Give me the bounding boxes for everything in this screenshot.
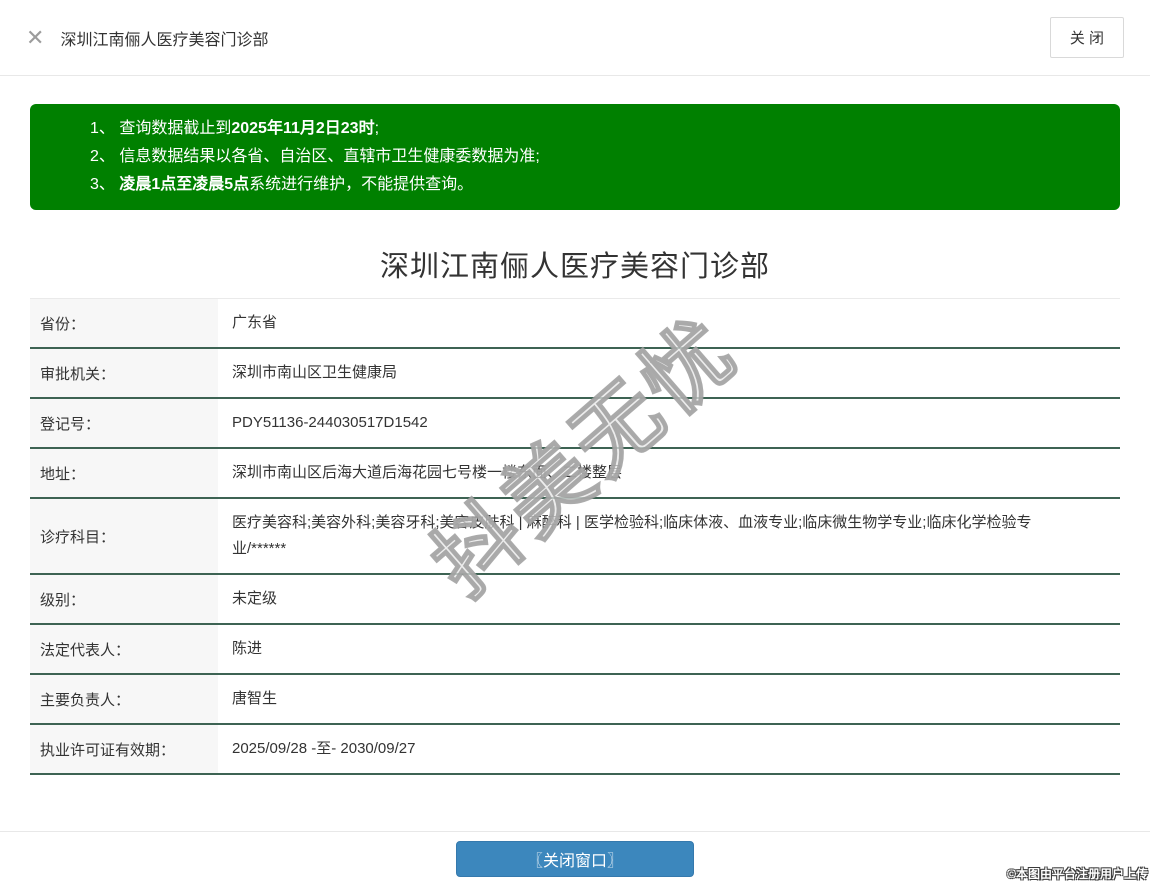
row-value-text: 未定级 xyxy=(232,590,278,607)
notice-line-3-bold: 凌晨1点至凌晨5点 xyxy=(119,176,250,193)
close-icon[interactable]: ✕ xyxy=(26,26,44,49)
row-label: 地址： xyxy=(30,449,218,497)
row-label: 法定代表人： xyxy=(30,625,218,673)
row-value-text: PDY51136-244030517D1542 xyxy=(232,414,428,431)
page-title: 深圳江南俪人医疗美容门诊部 xyxy=(379,251,770,283)
notice-line-2: 2、 信息数据结果以各省、自治区、直辖市卫生健康委数据为准; xyxy=(90,143,1100,171)
row-value: 陈进 xyxy=(218,625,1120,673)
notice-line-3-suffix: 系统进行维护，不能提供查询。 xyxy=(249,176,474,193)
row-value: 未定级 xyxy=(218,575,1120,623)
row-label: 级别： xyxy=(30,575,218,623)
notice-line-1-text: 1、 查询数据截止到 xyxy=(90,120,232,137)
row-label: 登记号： xyxy=(30,399,218,447)
row-value-text: 唐智生 xyxy=(232,690,278,707)
row-value-text: 2025/09/28 -至- 2030/09/27 xyxy=(232,740,416,757)
notice-line-1-bold: 2025年11月2日23时 xyxy=(231,120,375,137)
row-value: PDY51136-244030517D1542 xyxy=(218,399,1120,447)
table-row-license-validity: 执业许可证有效期： 2025/09/28 -至- 2030/09/27 xyxy=(30,725,1120,775)
table-row-level: 级别： 未定级 xyxy=(30,575,1120,625)
notice-line-1-suffix: ; xyxy=(374,120,380,137)
notice-line-2-text: 2、 信息数据结果以各省、自治区、直辖市卫生健康委数据为准; xyxy=(90,148,540,165)
row-value-text: 深圳市南山区卫生健康局 xyxy=(232,364,398,381)
row-label: 主要负责人： xyxy=(30,675,218,723)
close-window-button[interactable]: 〖关闭窗口〗 xyxy=(456,841,694,877)
row-value-text: 医疗美容科;美容外科;美容牙科;美容皮肤科 | 麻醉科 | 医学检验科;临床体液… xyxy=(232,514,1032,557)
close-button[interactable]: 关 闭 xyxy=(1049,17,1124,58)
row-value-text: 广东省 xyxy=(232,314,278,331)
notice-line-1: 1、 查询数据截止到2025年11月2日23时; xyxy=(90,115,1100,143)
table-row-registration-number: 登记号： PDY51136-244030517D1542 xyxy=(30,399,1120,449)
notice-line-3-text: 3、 xyxy=(90,176,120,193)
page-header-title: 深圳江南俪人医疗美容门诊部 xyxy=(60,31,269,49)
row-label: 诊疗科目： xyxy=(30,499,218,573)
table-row-main-person-in-charge: 主要负责人： 唐智生 xyxy=(30,675,1120,725)
table-row-treatment-subjects: 诊疗科目： 医疗美容科;美容外科;美容牙科;美容皮肤科 | 麻醉科 | 医学检验… xyxy=(30,499,1120,575)
row-value-text: 陈进 xyxy=(232,640,263,657)
row-value: 广东省 xyxy=(218,299,1120,347)
row-value: 深圳市南山区后海大道后海花园七号楼一楼东面、二楼整层 xyxy=(218,449,1120,497)
row-value-text: 深圳市南山区后海大道后海花园七号楼一楼东面、二楼整层 xyxy=(232,464,623,481)
modal-header: ✕ 深圳江南俪人医疗美容门诊部 关 闭 xyxy=(0,0,1150,76)
row-value: 医疗美容科;美容外科;美容牙科;美容皮肤科 | 麻醉科 | 医学检验科;临床体液… xyxy=(218,499,1120,573)
table-row-province: 省份： 广东省 xyxy=(30,299,1120,349)
info-table: 省份： 广东省 审批机关： 深圳市南山区卫生健康局 登记号： PDY51136-… xyxy=(30,298,1120,775)
row-label: 审批机关： xyxy=(30,349,218,397)
row-value: 唐智生 xyxy=(218,675,1120,723)
table-row-legal-representative: 法定代表人： 陈进 xyxy=(30,625,1120,675)
row-value: 深圳市南山区卫生健康局 xyxy=(218,349,1120,397)
upload-credit: ©本图由平台注册用户上传 xyxy=(1007,867,1148,881)
row-label: 省份： xyxy=(30,299,218,347)
table-row-address: 地址： 深圳市南山区后海大道后海花园七号楼一楼东面、二楼整层 xyxy=(30,449,1120,499)
notice-line-3: 3、 凌晨1点至凌晨5点系统进行维护，不能提供查询。 xyxy=(90,171,1100,199)
table-row-approval-authority: 审批机关： 深圳市南山区卫生健康局 xyxy=(30,349,1120,399)
notice-box: 1、 查询数据截止到2025年11月2日23时; 2、 信息数据结果以各省、自治… xyxy=(30,104,1120,210)
row-value: 2025/09/28 -至- 2030/09/27 xyxy=(218,725,1120,773)
bottom-bar: 〖关闭窗口〗 xyxy=(0,831,1150,885)
row-label: 执业许可证有效期： xyxy=(30,725,218,773)
